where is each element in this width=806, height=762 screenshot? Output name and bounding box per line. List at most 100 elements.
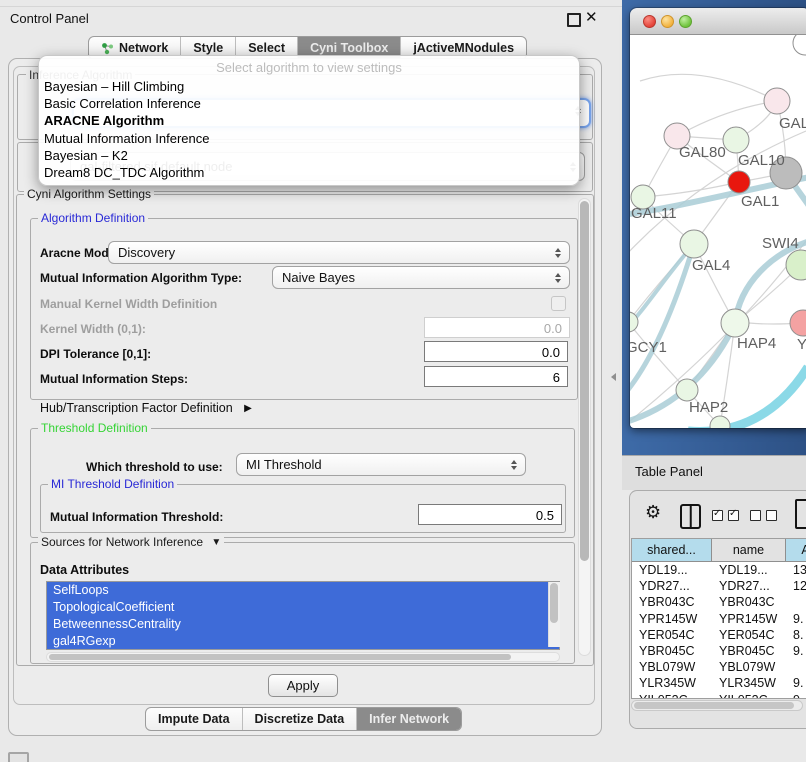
tab-label: Style xyxy=(193,41,223,55)
attribute-item[interactable]: SelfLoops xyxy=(47,582,559,599)
network-window: GALGAL80GAL10GAL1GAL11SWI4GAL4GCY1HAP4YH… xyxy=(630,8,806,428)
gear-icon[interactable]: ⚙ xyxy=(645,503,661,521)
float-window-icon[interactable] xyxy=(567,13,581,27)
network-node[interactable] xyxy=(764,88,790,114)
document-icon[interactable] xyxy=(795,499,806,529)
data-attributes-list[interactable]: SelfLoopsTopologicalCoefficientBetweenne… xyxy=(46,581,560,650)
combo-value: Naive Bayes xyxy=(282,270,355,285)
bottom-corner-button[interactable] xyxy=(8,752,29,762)
attribute-item[interactable]: gal4RGexp xyxy=(47,633,559,650)
tab-label: Impute Data xyxy=(158,712,230,726)
dpi-tolerance-field[interactable]: 0.0 xyxy=(424,341,568,362)
table-cell: YLR345W xyxy=(632,675,712,691)
scrollbar-thumb[interactable] xyxy=(634,702,794,709)
table-row[interactable]: YBL079WYBL079W xyxy=(632,659,806,675)
mi-threshold-field[interactable]: 0.5 xyxy=(418,504,562,525)
dropdown-item[interactable]: Basic Correlation Inference xyxy=(39,95,579,112)
which-threshold-select[interactable]: MI Threshold xyxy=(236,453,526,476)
dropdown-item[interactable]: Mutual Information Inference xyxy=(39,130,579,147)
mi-steps-field[interactable]: 6 xyxy=(424,366,568,387)
network-node[interactable] xyxy=(721,309,749,337)
tab-label: Select xyxy=(248,41,285,55)
zoom-traffic-light-icon[interactable] xyxy=(679,15,692,28)
aracne-mode-select[interactable]: Discovery xyxy=(108,241,570,264)
table-row[interactable]: YBR043CYBR043C xyxy=(632,594,806,610)
hub-definition-expander[interactable]: Hub/Transcription Factor Definition ▶ xyxy=(40,401,252,415)
table-row[interactable]: YBR045CYBR045C9. xyxy=(632,643,806,659)
dropdown-item[interactable]: ARACNE Algorithm xyxy=(39,112,579,129)
data-attributes-label: Data Attributes xyxy=(40,563,129,577)
dropdown-item[interactable]: Dream8 DC_TDC Algorithm xyxy=(39,164,579,181)
manual-kernel-label: Manual Kernel Width Definition xyxy=(40,297,217,311)
table-hscrollbar[interactable] xyxy=(631,700,803,711)
manual-kernel-checkbox[interactable] xyxy=(551,296,566,311)
attributes-hscrollbar[interactable] xyxy=(46,652,560,662)
table-cell: 9 xyxy=(786,692,806,700)
close-traffic-light-icon[interactable] xyxy=(643,15,656,28)
unchecked-box-icon xyxy=(766,510,777,521)
table-cell: 8. xyxy=(786,627,806,643)
node-label: GAL11 xyxy=(631,205,677,222)
app-root: Control Panel ✕ Network Style Select Cyn… xyxy=(0,0,806,762)
scrollbar-thumb[interactable] xyxy=(550,583,558,623)
attribute-item[interactable]: BetweennessCentrality xyxy=(47,616,559,633)
table-row[interactable]: YPR145WYPR145W9. xyxy=(632,611,806,627)
network-node[interactable] xyxy=(728,171,750,193)
scrollbar-thumb[interactable] xyxy=(580,201,589,561)
sources-group-title[interactable]: Sources for Network Inference ▼ xyxy=(38,535,224,549)
table-row[interactable]: YDR27...YDR27...12 xyxy=(632,578,806,594)
attribute-item[interactable]: TopologicalCoefficient xyxy=(47,599,559,616)
node-label: GCY1 xyxy=(630,339,667,356)
network-node[interactable] xyxy=(680,230,708,258)
tab-impute-data[interactable]: Impute Data xyxy=(146,708,242,730)
expand-right-icon: ▶ xyxy=(244,403,252,414)
tab-discretize-data[interactable]: Discretize Data xyxy=(242,708,357,730)
network-node[interactable] xyxy=(786,250,806,280)
mi-type-select[interactable]: Naive Bayes xyxy=(272,266,570,289)
table-cell: YER054C xyxy=(712,627,786,643)
select-all-columns-icon[interactable] xyxy=(712,510,739,521)
column-header[interactable]: A xyxy=(786,539,806,562)
table-row[interactable]: YDL19...YDL19...13 xyxy=(632,562,806,578)
table-cell: YPR145W xyxy=(632,611,712,627)
checked-box-icon xyxy=(728,510,739,521)
split-columns-icon[interactable] xyxy=(680,504,701,529)
table-cell: YPR145W xyxy=(712,611,786,627)
table-row[interactable]: YLR345WYLR345W9. xyxy=(632,675,806,691)
close-icon[interactable]: ✕ xyxy=(585,8,598,26)
network-node[interactable] xyxy=(723,127,749,153)
network-node[interactable] xyxy=(793,35,806,55)
minimize-traffic-light-icon[interactable] xyxy=(661,15,674,28)
settings-group-title: Cyni Algorithm Settings xyxy=(24,187,154,201)
mi-threshold-group-title: MI Threshold Definition xyxy=(48,477,177,491)
table-row[interactable]: YIL052CYIL052C9 xyxy=(632,692,806,700)
dropdown-item[interactable]: Bayesian – Hill Climbing xyxy=(39,78,579,95)
splitter-collapse-icon[interactable] xyxy=(611,373,616,381)
node-label: GAL10 xyxy=(738,152,785,169)
scrollbar-thumb[interactable] xyxy=(49,654,511,660)
network-icon xyxy=(101,42,114,55)
algorithm-dropdown-list: Bayesian – Hill ClimbingBasic Correlatio… xyxy=(39,78,579,181)
network-node[interactable] xyxy=(790,310,806,336)
table-header-row: shared...nameA xyxy=(632,539,806,562)
node-label: GAL1 xyxy=(741,193,779,210)
network-canvas[interactable]: GALGAL80GAL10GAL1GAL11SWI4GAL4GCY1HAP4YH… xyxy=(630,35,806,428)
apply-button[interactable]: Apply xyxy=(268,674,338,697)
network-node[interactable] xyxy=(676,379,698,401)
kernel-width-field[interactable]: 0.0 xyxy=(424,317,570,338)
table-cell: YBL079W xyxy=(632,659,712,675)
node-label: GAL4 xyxy=(692,257,730,274)
dropdown-item[interactable]: Bayesian – K2 xyxy=(39,147,579,164)
combo-value: MI Threshold xyxy=(246,457,322,472)
checked-box-icon xyxy=(712,510,723,521)
tab-infer-network[interactable]: Infer Network xyxy=(356,708,461,730)
column-header[interactable]: name xyxy=(712,539,786,562)
settings-scrollbar[interactable] xyxy=(578,198,591,656)
table-cell: YDL19... xyxy=(632,562,712,578)
attributes-scrollbar[interactable] xyxy=(548,582,560,647)
network-window-titlebar[interactable] xyxy=(630,8,806,35)
column-header[interactable]: shared... xyxy=(632,539,712,562)
node-label: SWI4 xyxy=(762,235,799,252)
table-row[interactable]: YER054CYER054C8. xyxy=(632,627,806,643)
deselect-all-columns-icon[interactable] xyxy=(750,510,777,521)
